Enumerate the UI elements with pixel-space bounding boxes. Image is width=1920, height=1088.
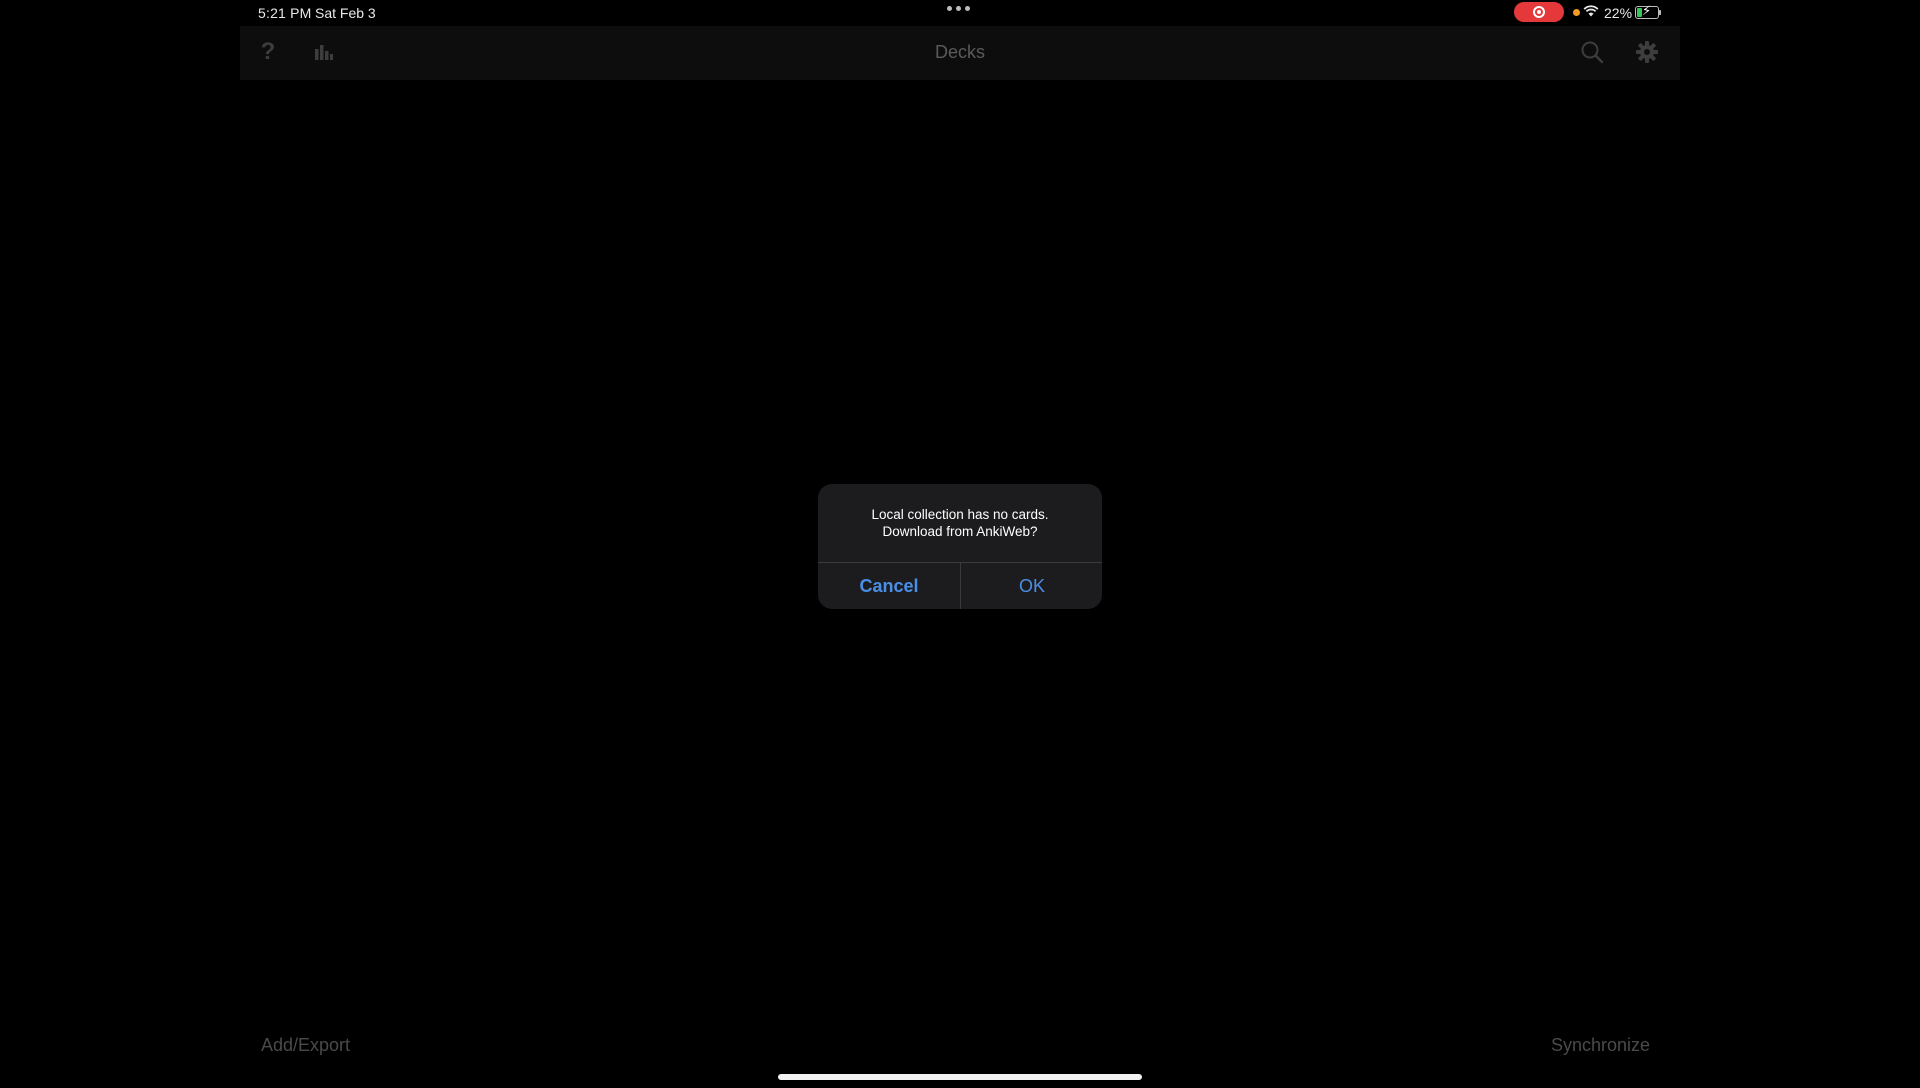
add-export-button[interactable]: Add/Export (261, 1035, 350, 1056)
gear-icon (1636, 41, 1658, 63)
search-button[interactable] (1578, 38, 1606, 66)
alert-message: Local collection has no cards. Download … (818, 506, 1102, 540)
status-bar: 5:21 PM Sat Feb 3 22% ⚡ (240, 0, 1680, 26)
screen: 5:21 PM Sat Feb 3 22% ⚡ ? Decks Local co… (0, 0, 1920, 1088)
battery-nub (1659, 10, 1661, 15)
download-alert-dialog: Local collection has no cards. Download … (818, 484, 1102, 609)
status-date: Sat Feb 3 (315, 5, 376, 21)
settings-button[interactable] (1633, 38, 1661, 66)
navigation-bar: ? Decks (240, 26, 1680, 80)
screen-recording-indicator[interactable] (1514, 2, 1564, 22)
synchronize-button[interactable]: Synchronize (1551, 1035, 1650, 1056)
battery-icon: ⚡ (1635, 3, 1659, 19)
alert-message-line-2: Download from AnkiWeb? (882, 524, 1038, 539)
microphone-indicator-dot (1573, 9, 1580, 16)
battery-percentage: 22% (1604, 5, 1633, 21)
record-icon (1533, 6, 1545, 18)
status-time: 5:21 PM (258, 5, 312, 21)
search-icon (1581, 41, 1604, 64)
ok-button[interactable]: OK (961, 563, 1102, 609)
multitasking-dots-icon[interactable] (947, 6, 970, 11)
ipad-app: 5:21 PM Sat Feb 3 22% ⚡ ? Decks Local co… (240, 0, 1680, 1088)
alert-message-line-1: Local collection has no cards. (871, 507, 1049, 522)
wifi-icon (1583, 5, 1599, 17)
cancel-button[interactable]: Cancel (818, 563, 960, 609)
page-title: Decks (934, 42, 985, 62)
home-indicator[interactable] (778, 1074, 1142, 1080)
charging-bolt-icon: ⚡ (1642, 3, 1652, 18)
